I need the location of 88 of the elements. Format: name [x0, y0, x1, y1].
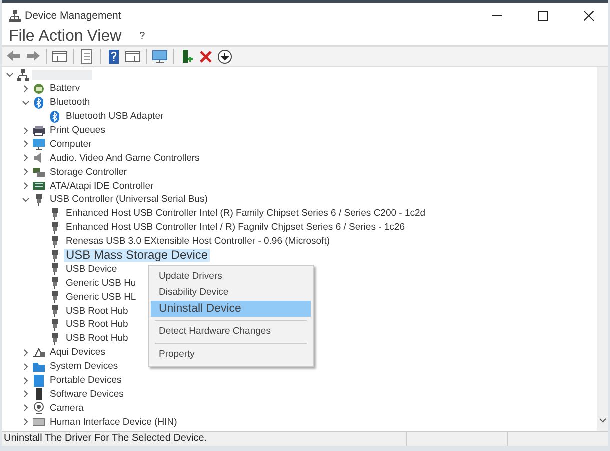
monitor-icon[interactable] — [152, 48, 168, 64]
chevron-right-icon[interactable] — [22, 154, 30, 162]
tablet-icon — [33, 374, 45, 387]
menu-item[interactable]: Detect Hardware Changes — [151, 324, 311, 340]
chevron-right-icon[interactable] — [22, 84, 30, 93]
app-icon — [9, 10, 21, 22]
usb-plug-icon — [49, 236, 61, 248]
tree-item[interactable]: Generic USB HL — [64, 290, 138, 304]
chevron-right-icon[interactable] — [22, 418, 30, 426]
tree-item[interactable]: Camera — [48, 402, 86, 415]
usb-plug-icon — [49, 277, 61, 290]
network-nodes-icon — [17, 68, 29, 81]
chevron-right-icon[interactable] — [22, 404, 30, 412]
tree-item[interactable]: USB Root Hub — [64, 304, 130, 318]
document-icon[interactable] — [79, 48, 95, 64]
usb-plug-icon — [33, 194, 45, 206]
tree-item[interactable]: Computer — [48, 138, 94, 151]
menu-item[interactable]: Action — [38, 28, 84, 46]
window-icon[interactable] — [52, 48, 68, 64]
chevron-down-icon[interactable] — [22, 196, 30, 204]
chip-icon — [33, 180, 45, 192]
usb-plug-icon — [49, 263, 61, 276]
battery-icon — [33, 82, 45, 95]
tree-item[interactable]: System Devices — [48, 360, 120, 374]
menu-item[interactable]: ? — [140, 31, 146, 42]
chevron-right-icon[interactable] — [22, 376, 30, 385]
tree-item[interactable]: Storage Controller — [48, 166, 130, 179]
chevron-right-icon[interactable] — [22, 168, 30, 176]
menu-item[interactable]: Property — [151, 347, 311, 363]
usb-plug-icon — [49, 318, 61, 331]
tree-item[interactable]: Audio. Video And Game Controllers — [48, 152, 202, 165]
window-icon[interactable] — [125, 48, 141, 64]
tree-item[interactable]: Software Devices — [48, 388, 126, 401]
tree-item[interactable]: USB Root Hub — [64, 318, 130, 332]
usb-plug-icon — [49, 332, 61, 345]
tree-item[interactable]: Aqui Devices — [48, 346, 108, 360]
maximize-icon[interactable] — [538, 10, 548, 20]
menu-item[interactable]: Disability Device — [151, 285, 311, 301]
usb-plug-icon — [49, 208, 61, 220]
close-icon[interactable] — [584, 10, 594, 20]
tree-item[interactable]: USB Device — [64, 262, 120, 276]
bluetooth-icon — [33, 96, 45, 109]
keyboard-icon — [33, 416, 45, 428]
tree-item[interactable]: Enhanced Host USB Controller Intel / R) Fagnilv Chjpset Series 6 / Series - 1c26 — [64, 221, 407, 234]
chevron-down-icon[interactable] — [22, 98, 30, 107]
tree-item[interactable]: Bluetooth — [48, 96, 92, 110]
printer-icon — [33, 124, 45, 136]
monitor-icon — [33, 138, 45, 150]
antenna-icon — [33, 346, 45, 359]
menu-item[interactable]: File — [9, 28, 35, 46]
tree-item[interactable]: Generic USB Hu — [64, 276, 138, 290]
phone-icon — [33, 388, 45, 400]
webcam-icon — [33, 402, 45, 414]
status-text: Uninstall The Driver For The Selected Device. — [3, 432, 208, 446]
menu-item[interactable]: Update Drivers — [151, 269, 311, 285]
tree-item[interactable]: Batterv — [48, 82, 82, 96]
tree-item[interactable]: Portable Devices — [48, 374, 124, 388]
window-title: Device Management — [25, 10, 122, 22]
download-icon[interactable] — [217, 48, 233, 64]
tree-item[interactable]: ATA/Atapi IDE Controller — [48, 180, 156, 193]
scrollbar[interactable] — [597, 67, 608, 431]
usb-plug-icon — [49, 305, 61, 318]
chevron-down-icon[interactable] — [6, 70, 14, 79]
chevron-right-icon[interactable] — [22, 126, 30, 134]
chevron-right-icon[interactable] — [22, 140, 30, 148]
bluetooth-icon — [49, 110, 61, 123]
tree-item[interactable]: USB Mass Storage Device — [64, 249, 210, 262]
tree-item[interactable]: Enhanced Host USB Controller Intel (R) Family Chipset Series 6 / Series C200 - 1c2d — [64, 207, 428, 220]
chevron-right-icon[interactable] — [22, 362, 30, 371]
chevron-right-icon[interactable] — [22, 390, 30, 398]
chevron-right-icon[interactable] — [22, 348, 30, 357]
tree-item[interactable]: USB Root Hub — [64, 332, 130, 346]
usb-plug-icon — [49, 291, 61, 304]
scroll-down-icon[interactable] — [598, 418, 606, 423]
chevron-right-icon[interactable] — [22, 182, 30, 190]
tree-item[interactable]: Print Queues — [48, 124, 108, 137]
storage-icon — [33, 166, 45, 178]
delete-icon[interactable] — [198, 48, 214, 64]
usb-plug-icon — [49, 250, 61, 262]
menu-item[interactable]: Uninstall Device — [151, 301, 311, 317]
usb-plug-icon — [49, 222, 61, 234]
tree-item[interactable]: USB Controller (Universal Serial Bus) — [48, 193, 210, 206]
folder-icon — [33, 360, 45, 373]
tree-item[interactable]: Renesas USB 3.0 EXtensible Host Controller - 0.96 (Microsoft) — [64, 235, 332, 248]
tree-item[interactable]: Bluetooth USB Adapter — [64, 110, 166, 124]
menu-item[interactable]: View — [87, 28, 122, 46]
help-icon[interactable] — [106, 48, 122, 64]
tree-item[interactable]: Human Interface Device (HIN) — [48, 416, 180, 429]
